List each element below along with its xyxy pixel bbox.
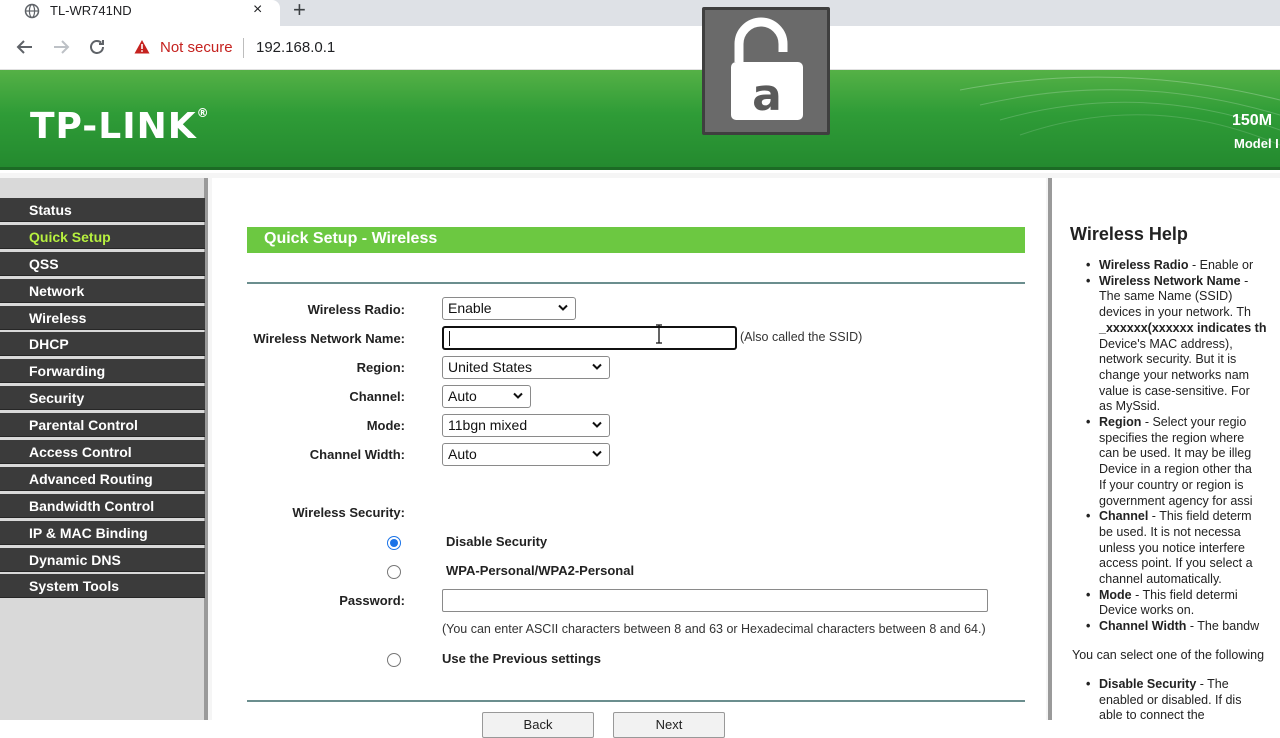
sidebar-item-ip-mac-binding[interactable]: IP & MAC Binding bbox=[0, 520, 205, 545]
region-label: Region: bbox=[356, 360, 405, 375]
sidebar-item-dhcp[interactable]: DHCP bbox=[0, 332, 205, 357]
sidebar-item-access-control[interactable]: Access Control bbox=[0, 440, 205, 465]
chevron-down-icon bbox=[558, 304, 568, 311]
close-icon[interactable]: × bbox=[253, 1, 262, 19]
sidebar-item-qss[interactable]: QSS bbox=[0, 251, 205, 276]
password-label: Password: bbox=[339, 593, 405, 608]
help-item: • Wireless Radio - Enable or bbox=[1086, 258, 1254, 272]
sidebar-item-parental-control[interactable]: Parental Control bbox=[0, 413, 205, 438]
new-tab-icon[interactable]: + bbox=[293, 0, 306, 23]
url-divider bbox=[243, 38, 244, 58]
sidebar-item-quick-setup[interactable]: Quick Setup bbox=[0, 224, 205, 249]
network-name-label: Wireless Network Name: bbox=[253, 331, 405, 346]
chevron-down-icon bbox=[592, 421, 602, 428]
sidebar-item-system-tools[interactable]: System Tools bbox=[0, 574, 205, 599]
sidebar-menu: Status Quick Setup QSS Network Wireless … bbox=[0, 198, 205, 601]
reload-icon[interactable] bbox=[87, 37, 107, 57]
previous-settings-label: Use the Previous settings bbox=[442, 651, 601, 666]
chevron-down-icon bbox=[592, 450, 602, 457]
forward-arrow-icon[interactable] bbox=[51, 37, 71, 57]
mode-label: Mode: bbox=[366, 418, 405, 433]
lock-letter: a bbox=[752, 70, 782, 121]
model-speed-text: 150M bbox=[1232, 112, 1273, 129]
main-content: Quick Setup - Wireless Wireless Radio: E… bbox=[212, 178, 1046, 738]
channel-width-label: Channel Width: bbox=[309, 447, 405, 462]
tab-title: TL-WR741ND bbox=[50, 3, 132, 18]
tplink-logo: TP-LINK® bbox=[30, 106, 210, 147]
browser-toolbar: Not secure 192.168.0.1 bbox=[0, 26, 1280, 70]
divider bbox=[247, 700, 1025, 702]
address-bar-url[interactable]: 192.168.0.1 bbox=[256, 39, 335, 56]
back-arrow-icon[interactable] bbox=[15, 37, 35, 57]
wpa-personal-label: WPA-Personal/WPA2-Personal bbox=[446, 563, 635, 578]
help-mid-text: You can select one of the following bbox=[1072, 648, 1265, 662]
region-select[interactable]: United States bbox=[442, 356, 610, 379]
disable-security-label: Disable Security bbox=[446, 534, 548, 549]
text-cursor-icon bbox=[656, 324, 662, 344]
sidebar-item-bandwidth-control[interactable]: Bandwidth Control bbox=[0, 493, 205, 518]
help-item: • Disable Security - The enabled or disa… bbox=[1086, 677, 1242, 720]
ssid-hint: (Also called the SSID) bbox=[740, 330, 863, 344]
section-header: Quick Setup - Wireless bbox=[247, 227, 1025, 253]
help-panel: Wireless Help • Wireless Radio - Enable … bbox=[1048, 178, 1280, 720]
wireless-radio-label: Wireless Radio: bbox=[307, 302, 405, 317]
password-input[interactable] bbox=[442, 589, 988, 612]
browser-tab[interactable]: TL-WR741ND × bbox=[0, 0, 280, 26]
sidebar-item-advanced-routing[interactable]: Advanced Routing bbox=[0, 466, 205, 491]
sidebar-item-network[interactable]: Network bbox=[0, 278, 205, 303]
channel-width-select[interactable]: Auto bbox=[442, 443, 610, 466]
wireless-security-label: Wireless Security: bbox=[292, 505, 405, 520]
router-header-banner: TP-LINK® 150M Model I bbox=[0, 70, 1280, 170]
not-secure-label[interactable]: Not secure bbox=[160, 39, 233, 56]
help-item: • Channel - This field determ be used. I… bbox=[1086, 509, 1253, 587]
help-item: • Channel Width - The bandw bbox=[1086, 619, 1260, 634]
network-name-input[interactable] bbox=[442, 326, 737, 350]
warning-icon[interactable] bbox=[134, 39, 150, 55]
password-hint: (You can enter ASCII characters between … bbox=[442, 622, 986, 636]
model-number-text: Model I bbox=[1234, 136, 1279, 151]
disable-security-radio[interactable] bbox=[387, 536, 401, 550]
sidebar-item-forwarding[interactable]: Forwarding bbox=[0, 359, 205, 384]
text-caret bbox=[449, 331, 450, 346]
channel-select[interactable]: Auto bbox=[442, 385, 531, 408]
previous-settings-radio[interactable] bbox=[387, 653, 401, 667]
mode-select[interactable]: 11bgn mixed bbox=[442, 414, 610, 437]
unlocked-padlock-icon: a bbox=[702, 7, 830, 135]
back-button[interactable]: Back bbox=[482, 712, 594, 738]
help-list-security: • Disable Security - The enabled or disa… bbox=[1086, 677, 1280, 720]
wpa-personal-radio[interactable] bbox=[387, 565, 401, 579]
globe-icon bbox=[24, 3, 40, 19]
browser-tab-bar: TL-WR741ND × + bbox=[0, 0, 1280, 26]
divider bbox=[247, 282, 1025, 284]
sidebar-item-wireless[interactable]: Wireless bbox=[0, 305, 205, 330]
sidebar-item-security[interactable]: Security bbox=[0, 386, 205, 411]
chevron-down-icon bbox=[513, 392, 523, 399]
wireless-radio-select[interactable]: Enable bbox=[442, 297, 576, 320]
help-item: • Mode - This field determi Device works… bbox=[1086, 587, 1238, 618]
help-list: • Wireless Radio - Enable or • Wireless … bbox=[1086, 258, 1280, 635]
channel-label: Channel: bbox=[349, 389, 405, 404]
chevron-down-icon bbox=[592, 363, 602, 370]
sidebar-item-dynamic-dns[interactable]: Dynamic DNS bbox=[0, 547, 205, 572]
help-item: • Region - Select your regio specifies t… bbox=[1086, 415, 1253, 508]
section-title: Quick Setup - Wireless bbox=[264, 230, 438, 247]
sidebar-item-status[interactable]: Status bbox=[0, 198, 205, 222]
sidebar: Status Quick Setup QSS Network Wireless … bbox=[0, 178, 208, 720]
help-item: • Wireless Network Name - The same Name … bbox=[1086, 273, 1267, 414]
help-title: Wireless Help bbox=[1070, 224, 1188, 244]
next-button[interactable]: Next bbox=[613, 712, 725, 738]
